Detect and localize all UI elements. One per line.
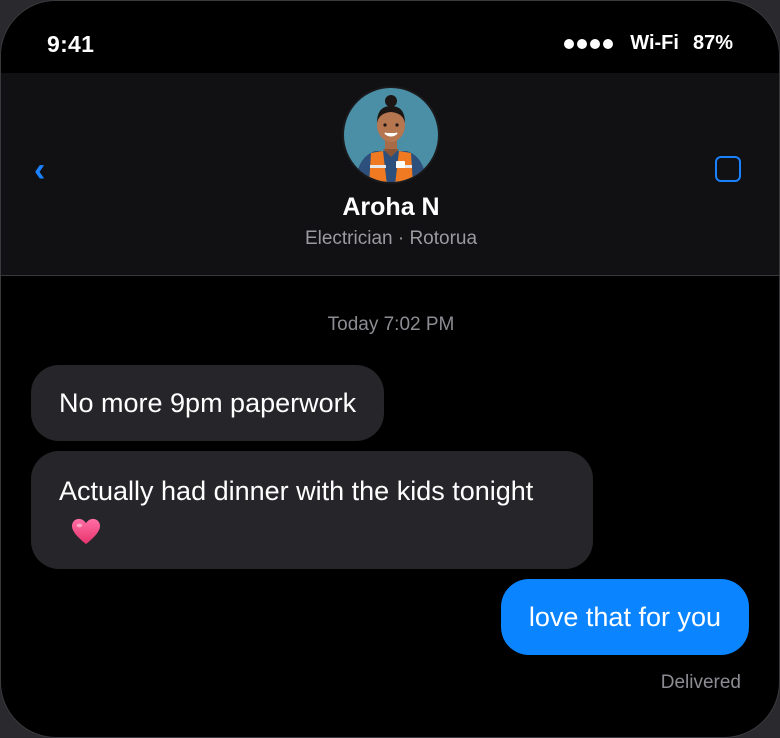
wifi-label: Wi-Fi (630, 32, 679, 54)
signal-strength-icon (564, 38, 616, 49)
status-time: 9:41 (47, 31, 95, 57)
video-icon[interactable] (715, 156, 741, 182)
delivery-status: Delivered (660, 672, 741, 693)
message-timestamp: Today 7:02 PM (327, 314, 455, 335)
phone-screen: 9:41 Wi-Fi 87% ‹ Aroha N Electrician · R… (0, 0, 780, 738)
message-text: No more 9pm paperwork (59, 388, 357, 418)
battery-percent: 87% (692, 32, 733, 54)
message-text: love that for you (528, 602, 721, 632)
status-indicators: Wi-Fi 87% (564, 32, 733, 55)
message-text: Actually had dinner with the kids tonigh… (59, 476, 534, 506)
message-bubble-incoming[interactable]: Actually had dinner with the kids tonigh… (31, 451, 593, 569)
avatar[interactable] (341, 85, 441, 185)
heart-icon (72, 518, 100, 545)
status-bar: 9:41 Wi-Fi 87% (1, 1, 779, 73)
conversation-header: ‹ Aroha N Electrician · Rotorua (1, 73, 779, 276)
message-bubble-incoming[interactable]: No more 9pm paperwork (31, 365, 385, 441)
contact-name[interactable]: Aroha N (1, 193, 779, 222)
chevron-left-icon[interactable]: ‹ (34, 153, 45, 187)
message-bubble-outgoing[interactable]: love that for you (500, 579, 749, 655)
contact-subtitle: Electrician · Rotorua (304, 228, 478, 249)
